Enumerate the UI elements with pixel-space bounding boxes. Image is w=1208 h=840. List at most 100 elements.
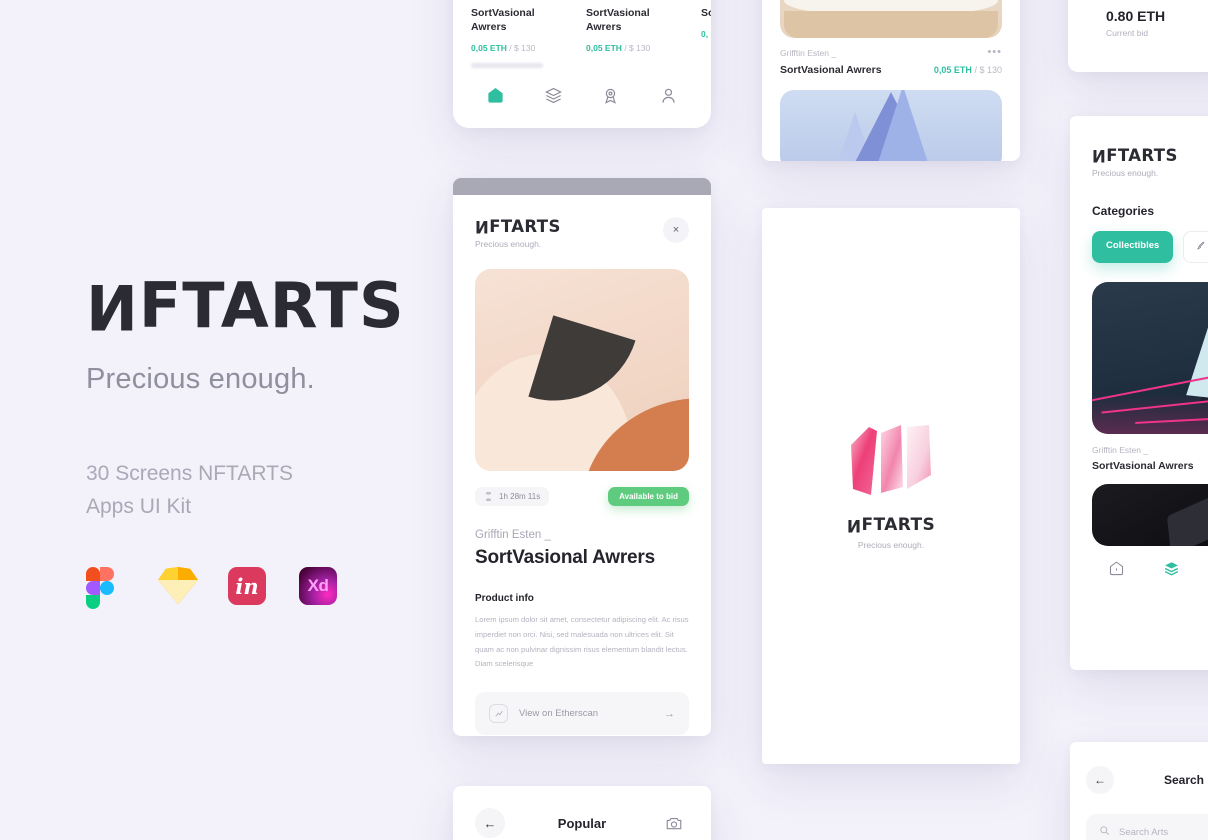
nft-card-author: Grifftin Esten _	[780, 48, 837, 58]
tab-collections[interactable]	[1163, 560, 1180, 582]
current-bid-amount: 0.80 ETH	[1106, 8, 1166, 24]
close-icon[interactable]: ×	[663, 217, 689, 243]
bottom-tabbar	[1092, 546, 1208, 582]
current-bid-label: Current bid	[1106, 28, 1149, 38]
invision-mark: in	[228, 567, 266, 606]
figma-logo-icon	[86, 567, 126, 610]
nft-card-grid: Grifftin ••• SortVasional Awrers 0,05 ET…	[453, 0, 711, 53]
nft-artwork-image-secondary	[780, 90, 1002, 161]
kit-description: 30 Screens NFTARTS Apps UI Kit	[86, 458, 356, 523]
nft-artwork-image	[780, 0, 1002, 38]
nft-card-price: 0,	[701, 29, 711, 39]
etherscan-icon	[489, 704, 508, 724]
camera-icon[interactable]	[659, 808, 689, 838]
nft-card-author: Grifftin	[586, 0, 609, 1]
screen-search: ← Search Search Arts	[1070, 742, 1208, 840]
nft-card-info: Grifftin Esten _ SortVasional Awrers	[1092, 434, 1208, 472]
splash-logo-mark	[845, 423, 937, 499]
screen-marketplace-list: Grifftin ••• SortVasional Awrers 0,05 ET…	[453, 0, 711, 128]
countdown-text: 1h 28m 11s	[499, 492, 541, 501]
price-usd: / $ 130	[624, 43, 651, 54]
tab-home[interactable]	[485, 85, 506, 106]
brand-tagline: Precious enough.	[857, 539, 925, 550]
hero-block: NFTARTS Precious enough. 30 Screens NFTA…	[86, 269, 426, 610]
nft-card-author: Grifftin	[471, 0, 494, 1]
search-input[interactable]: Search Arts	[1086, 814, 1208, 840]
product-info-heading: Product info	[475, 593, 534, 604]
nft-title: SortVasional Awrers	[475, 547, 655, 568]
price-usd: / $ 130	[509, 43, 536, 54]
nft-artwork-image-secondary[interactable]	[1092, 484, 1208, 546]
nft-card-price: 0,05 ETH / $ 130	[934, 65, 1002, 75]
tab-collections[interactable]	[543, 85, 564, 106]
nft-artwork-image	[475, 269, 689, 471]
brand-logo: NFTARTS	[475, 217, 561, 236]
nft-author: Grifftin Esten _	[475, 529, 551, 541]
page-title: Popular	[557, 815, 607, 831]
nft-card[interactable]: Grifftin ••• SortVasional Awrers 0,05 ET…	[471, 0, 572, 53]
brand-tagline: Precious enough.	[475, 239, 542, 249]
brush-icon	[1196, 241, 1205, 253]
nft-card[interactable]: Grifftin ••• SortVasional Awrers 0,05 ET…	[586, 0, 687, 53]
arrow-right-icon: →	[664, 707, 675, 720]
section-heading-placeholder	[471, 63, 711, 75]
screen-categories: NFTARTS Precious enough. Categories Coll…	[1070, 116, 1208, 670]
search-input-placeholder: Search Arts	[1119, 826, 1169, 838]
canvas: NFTARTS Precious enough. 30 Screens NFTA…	[0, 0, 1208, 840]
nft-card-title: SortVasional Awrers	[780, 64, 882, 76]
brand-tagline: Precious enough.	[86, 363, 315, 395]
price-eth: 0,	[701, 29, 709, 40]
back-arrow-icon[interactable]: ←	[1086, 766, 1114, 794]
tool-logos: in Xd	[86, 567, 426, 610]
bottom-tabbar	[453, 75, 711, 106]
screen-splash: NFTARTS Precious enough.	[762, 208, 1020, 764]
kit-description-line1: 30 Screens NFTARTS	[86, 462, 293, 485]
screen-popular: ← Popular	[453, 786, 711, 840]
screen-nft-detail: NFTARTS Precious enough. × 1h 28m 11s Av…	[453, 178, 711, 736]
screen-current-bid-card: 0.80 ETH Current bid	[1068, 0, 1208, 72]
product-info-description: Lorem ipsum dolor sit amet, consectetur …	[475, 615, 689, 669]
price-eth: 0,05 ETH	[933, 65, 972, 75]
nft-card-price: 0,05 ETH / $ 130	[471, 43, 572, 53]
nft-card-author: Grifftin Esten _	[1092, 445, 1149, 455]
popular-header: ← Popular	[453, 786, 711, 838]
page-title: Search	[1163, 773, 1205, 787]
status-bar	[453, 178, 711, 195]
category-chip-art[interactable]: Art	[1183, 231, 1208, 263]
brand-logo: NFTARTS	[1092, 146, 1178, 165]
search-header: ← Search	[1070, 742, 1208, 794]
nft-card-info: Grifftin Esten _ ••• SortVasional Awrers…	[762, 38, 1020, 76]
kit-description-line2: Apps UI Kit	[86, 494, 192, 518]
tab-profile[interactable]	[658, 85, 679, 106]
countdown-badge: 1h 28m 11s	[475, 487, 550, 506]
status-badge: Available to bid	[608, 487, 689, 506]
nft-artwork-image[interactable]	[1092, 282, 1208, 434]
tab-rewards[interactable]	[600, 85, 621, 106]
category-chip-collectibles[interactable]: Collectibles	[1092, 231, 1174, 263]
categories-heading: Categories	[1092, 204, 1155, 218]
sketch-logo-icon	[157, 567, 198, 607]
view-on-etherscan-label: View on Etherscan	[519, 708, 599, 720]
brand-logo: NFTARTS	[846, 514, 936, 535]
adobexd-logo-icon: Xd	[299, 567, 339, 607]
nft-card[interactable]: Gri •• So Aw 0,	[701, 0, 711, 53]
nft-meta-row: 1h 28m 11s Available to bid	[475, 487, 689, 506]
price-eth: 0,05 ETH	[586, 43, 622, 54]
view-on-etherscan-button[interactable]: View on Etherscan →	[475, 692, 689, 736]
nft-card-title: So Aw	[701, 7, 711, 19]
invision-logo-icon: in	[228, 567, 268, 607]
back-arrow-icon[interactable]: ←	[475, 808, 505, 838]
price-eth: 0,05 ETH	[471, 43, 507, 54]
category-chip-list: Collectibles Art	[1092, 231, 1208, 263]
brand-logo: NFTARTS	[86, 269, 405, 343]
nft-card-author: Gri	[701, 0, 711, 1]
search-icon	[1099, 825, 1110, 839]
adobexd-mark: Xd	[299, 567, 337, 606]
nft-card-title: SortVasional Awrers	[471, 7, 535, 34]
more-options-icon[interactable]: •••	[987, 47, 1002, 57]
screen-feed: Grifftin Esten _ ••• SortVasional Awrers…	[762, 0, 1020, 161]
tab-home[interactable]	[1108, 560, 1125, 582]
nft-card-price: 0,05 ETH / $ 130	[586, 43, 687, 53]
nft-card-title: SortVasional Awrers	[586, 7, 650, 34]
price-usd: / $ 130	[974, 65, 1002, 75]
